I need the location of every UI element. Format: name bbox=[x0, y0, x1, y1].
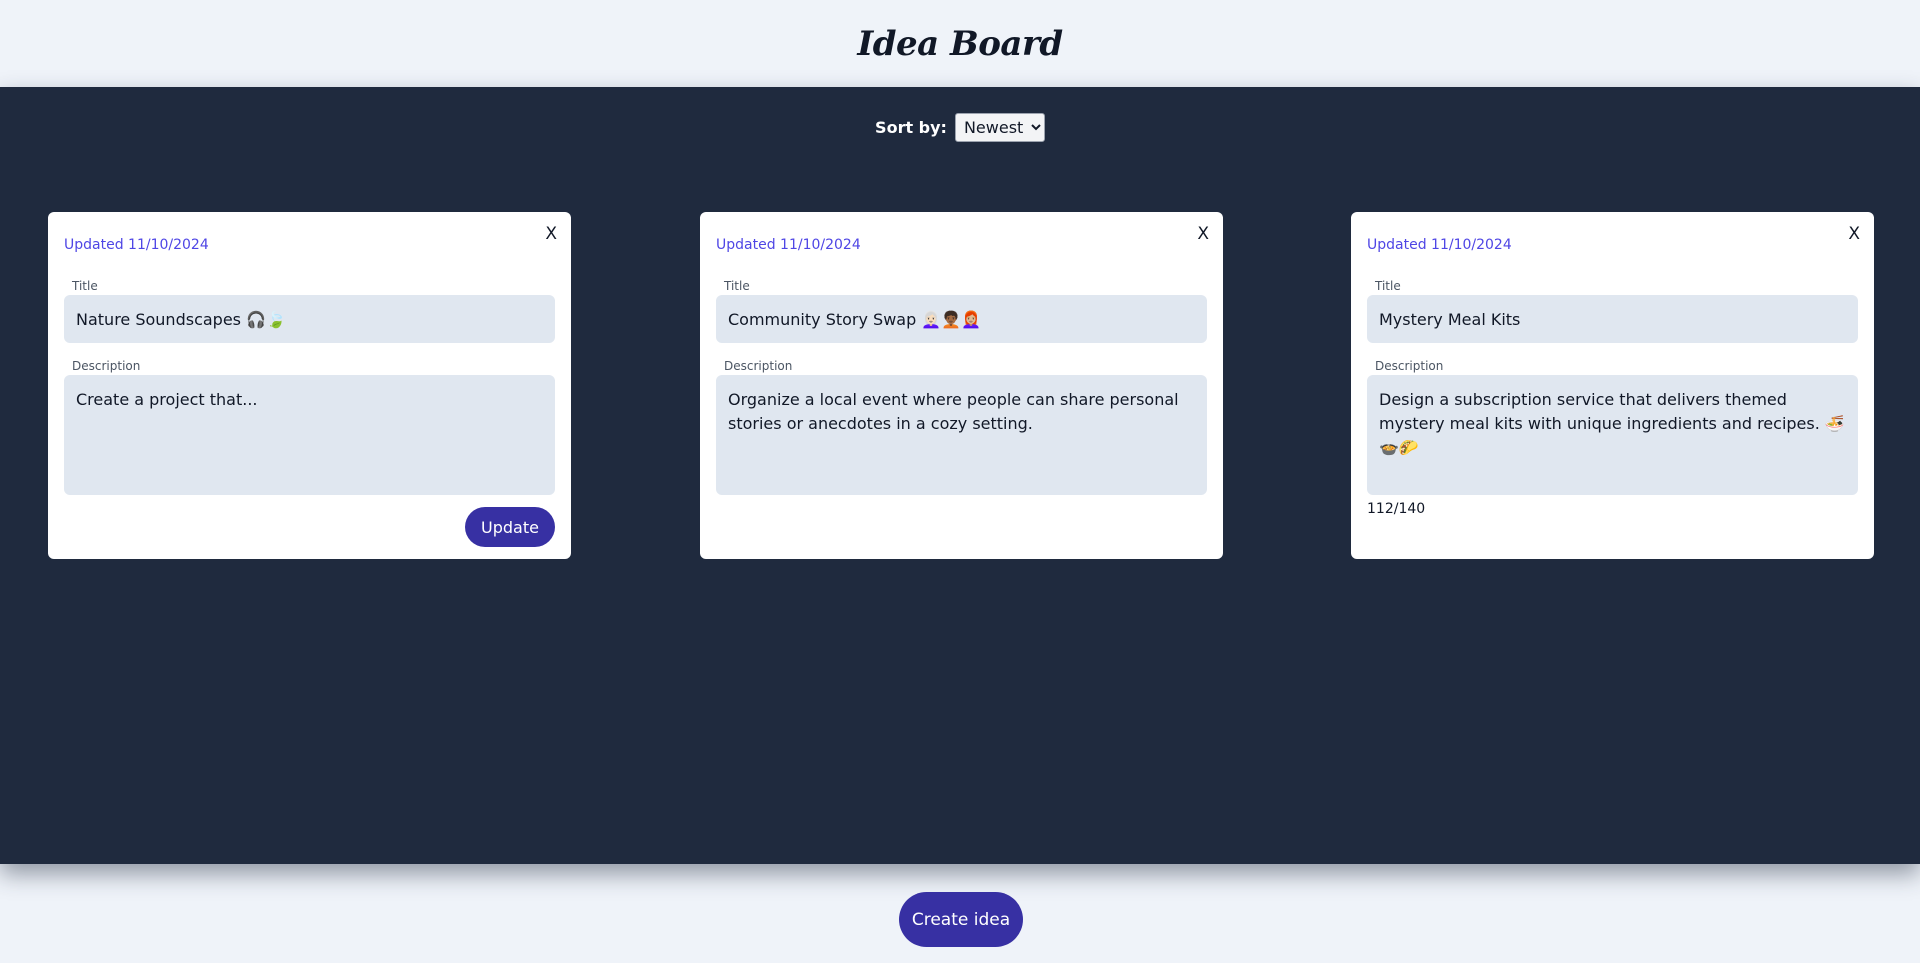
updated-timestamp: Updated 11/10/2024 bbox=[64, 237, 209, 253]
updated-timestamp: Updated 11/10/2024 bbox=[716, 237, 861, 253]
description-input[interactable]: Create a project that... bbox=[64, 375, 555, 495]
description-input[interactable]: Design a subscription service that deliv… bbox=[1367, 375, 1858, 495]
description-input[interactable]: Organize a local event where people can … bbox=[716, 375, 1207, 495]
update-button[interactable]: Update bbox=[465, 507, 555, 547]
sort-label: Sort by: bbox=[875, 118, 947, 137]
title-label: Title bbox=[724, 279, 750, 293]
title-input[interactable]: Nature Soundscapes 🎧🍃 bbox=[64, 295, 555, 343]
idea-card: X Updated 11/10/2024 Title Mystery Meal … bbox=[1351, 212, 1874, 559]
title-input[interactable]: Community Story Swap 👩🏻‍🦳🧑🏾‍🦱👩🏼‍🦰 bbox=[716, 295, 1207, 343]
idea-board: Sort by: Newest X Updated 11/10/2024 Tit… bbox=[0, 87, 1920, 864]
idea-card: X Updated 11/10/2024 Title Nature Sounds… bbox=[48, 212, 571, 559]
close-card-button[interactable]: X bbox=[1848, 224, 1860, 244]
close-card-button[interactable]: X bbox=[545, 224, 557, 244]
sort-bar: Sort by: Newest bbox=[0, 113, 1920, 142]
description-label: Description bbox=[72, 359, 141, 373]
sort-select[interactable]: Newest bbox=[954, 113, 1045, 142]
title-input[interactable]: Mystery Meal Kits bbox=[1367, 295, 1858, 343]
create-idea-button[interactable]: Create idea bbox=[899, 892, 1023, 947]
title-label: Title bbox=[1375, 279, 1401, 293]
character-count: 112/140 bbox=[1367, 501, 1426, 517]
title-label: Title bbox=[72, 279, 98, 293]
app-title: Idea Board bbox=[857, 23, 1063, 64]
idea-card: X Updated 11/10/2024 Title Community Sto… bbox=[700, 212, 1223, 559]
close-card-button[interactable]: X bbox=[1197, 224, 1209, 244]
app-header: Idea Board bbox=[0, 0, 1920, 87]
description-label: Description bbox=[1375, 359, 1444, 373]
description-label: Description bbox=[724, 359, 793, 373]
updated-timestamp: Updated 11/10/2024 bbox=[1367, 237, 1512, 253]
